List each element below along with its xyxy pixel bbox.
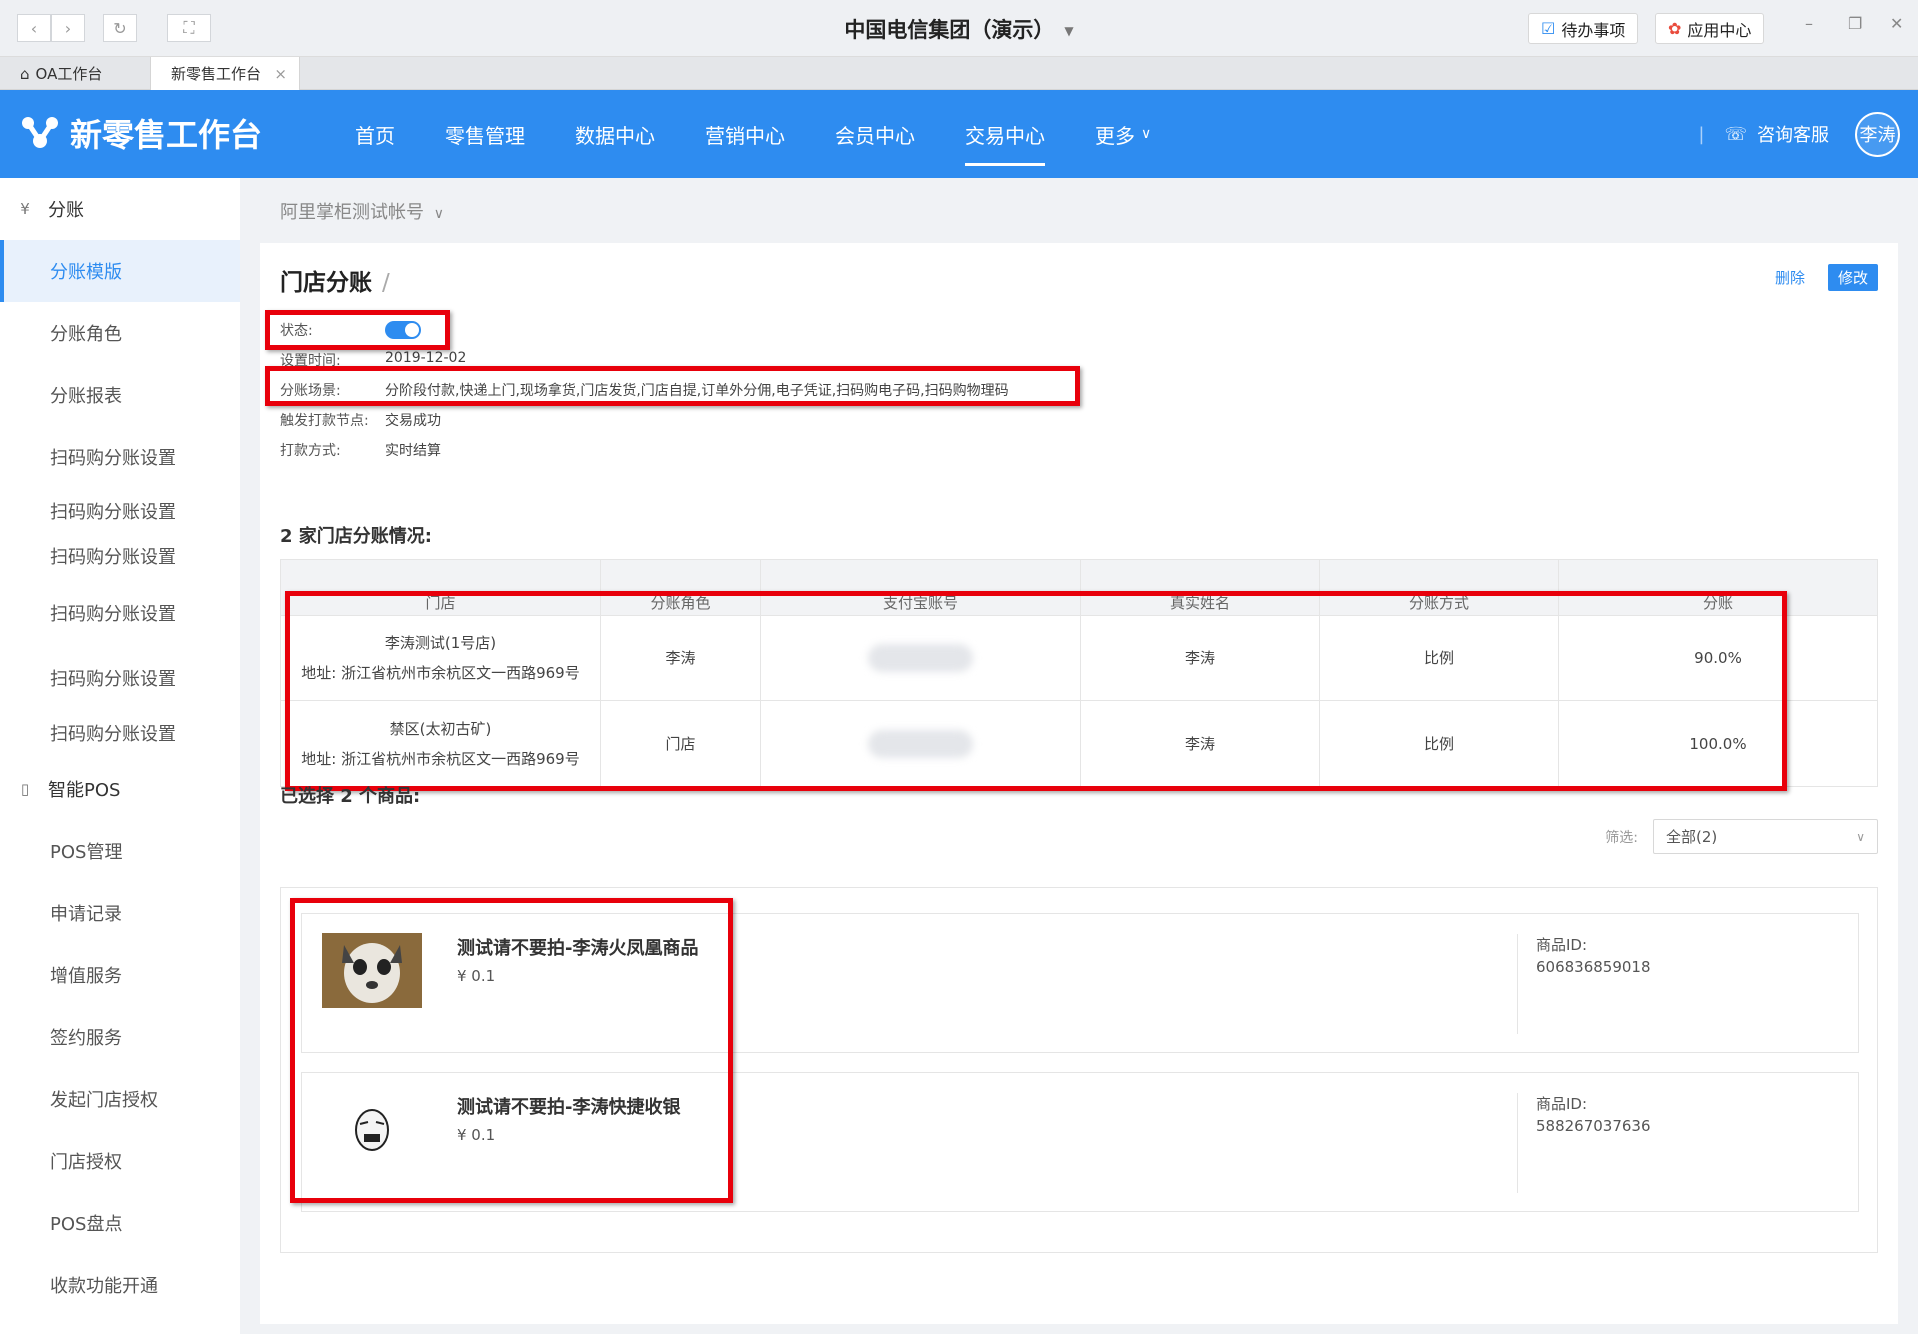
sidebar-item-apply-records[interactable]: 申请记录 (0, 882, 240, 944)
avatar[interactable]: 李涛 (1855, 111, 1900, 157)
edit-button[interactable]: 修改 (1827, 264, 1878, 291)
product-id-box: 商品ID: 588267037636 (1517, 1093, 1651, 1193)
menu-more[interactable]: 更多 ∨ (1075, 90, 1171, 178)
main-content: 阿里掌柜测试帐号 ∨ 门店分账 / 删除 修改 状态: 设置时间: 2019-12… (240, 178, 1918, 1334)
sidebar-item-split-report[interactable]: 分账报表 (0, 364, 240, 426)
pos-device-icon: ▯ (20, 780, 30, 798)
page-title: 门店分账 / (280, 270, 390, 296)
support-link[interactable]: 咨询客服 (1757, 121, 1829, 147)
window-titlebar: ‹ › ↻ ⛶ 中国电信集团（演示） ▼ ☑ 待办事项 ✿ 应用中心 – ❐ ✕ (0, 0, 1918, 57)
chevron-right-icon: › (64, 18, 72, 38)
delete-button[interactable]: 删除 (1775, 267, 1805, 288)
brand-logo[interactable]: 新零售工作台 (20, 110, 262, 156)
sidebar-item-scan-split-4[interactable]: 扫码购分账设置 (0, 578, 240, 648)
sidebar-group-pos[interactable]: ▯ 智能POS (0, 758, 240, 820)
sidebar-item-store-auth[interactable]: 门店授权 (0, 1130, 240, 1192)
caret-down-icon[interactable]: ▼ (1064, 24, 1073, 38)
tab-new-retail[interactable]: 新零售工作台 × (150, 57, 300, 90)
menu-home[interactable]: 首页 (335, 90, 415, 178)
chevron-left-icon: ‹ (30, 18, 38, 38)
trigger-row: 触发打款节点: 交易成功 (280, 413, 441, 429)
chevron-down-icon: ∨ (433, 206, 444, 222)
brand-logo-icon (22, 117, 58, 148)
highlight-table (285, 591, 1787, 791)
menu-member[interactable]: 会员中心 (815, 90, 935, 178)
app-header: 新零售工作台 首页 零售管理 数据中心 营销中心 会员中心 交易中心 更多 ∨ … (0, 90, 1918, 178)
menu-marketing[interactable]: 营销中心 (685, 90, 805, 178)
pay-method-row: 打款方式: 实时结算 (280, 443, 441, 459)
minimize-icon[interactable]: – (1805, 14, 1813, 33)
app-center-icon: ✿ (1668, 19, 1682, 38)
restore-icon[interactable]: ❐ (1848, 14, 1862, 33)
sidebar-item-value-added[interactable]: 增值服务 (0, 944, 240, 1006)
header-right: | ☏ 咨询客服 李涛 (1698, 90, 1900, 178)
home-icon: ⌂ (20, 64, 30, 83)
sidebar-item-scan-split-1[interactable]: 扫码购分账设置 (0, 426, 240, 488)
sidebar-item-scan-split-3[interactable]: 扫码购分账设置 (0, 533, 240, 578)
menu-trade[interactable]: 交易中心 (945, 90, 1065, 178)
sidebar-item-payment-open[interactable]: 收款功能开通 (0, 1254, 240, 1316)
sidebar: ¥ 分账 分账模版 分账角色 分账报表 扫码购分账设置 扫码购分账设置 扫码购分… (0, 178, 240, 1334)
close-window-icon[interactable]: ✕ (1890, 14, 1903, 33)
sidebar-item-scan-split-6[interactable]: 扫码购分账设置 (0, 708, 240, 758)
main-menu: 首页 零售管理 数据中心 营销中心 会员中心 交易中心 更多 ∨ (335, 90, 1181, 178)
fullscreen-button[interactable]: ⛶ (167, 14, 211, 42)
sidebar-item-scan-split-5[interactable]: 扫码购分账设置 (0, 648, 240, 708)
support-icon: ☏ (1724, 123, 1747, 145)
sidebar-item-split-role[interactable]: 分账角色 (0, 302, 240, 364)
menu-data[interactable]: 数据中心 (555, 90, 675, 178)
tab-bar: ⌂ OA工作台 新零售工作台 × (0, 57, 1918, 90)
menu-retail[interactable]: 零售管理 (425, 90, 545, 178)
app-center-button[interactable]: ✿ 应用中心 (1655, 13, 1765, 44)
divider: | (1698, 123, 1705, 145)
highlight-status (265, 310, 450, 350)
yen-icon: ¥ (20, 200, 30, 218)
todo-icon: ☑ (1541, 19, 1556, 38)
forward-button[interactable]: › (51, 14, 85, 42)
fullscreen-icon: ⛶ (183, 18, 195, 37)
sidebar-item-start-auth[interactable]: 发起门店授权 (0, 1068, 240, 1130)
filter-select[interactable]: 全部(2) ∨ (1653, 819, 1878, 854)
product-id-box: 商品ID: 606836859018 (1517, 934, 1651, 1034)
chevron-down-icon: ∨ (1141, 126, 1152, 142)
close-tab-icon[interactable]: × (274, 65, 287, 83)
product-filter: 筛选: 全部(2) ∨ (1605, 819, 1878, 854)
tab-oa[interactable]: ⌂ OA工作台 (0, 57, 150, 90)
chevron-down-icon: ∨ (1856, 829, 1865, 844)
sidebar-item-contract[interactable]: 签约服务 (0, 1006, 240, 1068)
refresh-icon: ↻ (113, 18, 127, 38)
sidebar-item-split-template[interactable]: 分账模版 (0, 240, 240, 302)
products-section-title: 已选择 2 个商品: (280, 786, 421, 807)
detail-card: 门店分账 / 删除 修改 状态: 设置时间: 2019-12-02 分账场景: 分… (260, 243, 1898, 1324)
stores-section-title: 2 家门店分账情况: (280, 526, 432, 547)
sidebar-group-split[interactable]: ¥ 分账 (0, 178, 240, 240)
todo-button[interactable]: ☑ 待办事项 (1528, 13, 1639, 44)
sidebar-item-scan-split-2[interactable]: 扫码购分账设置 (0, 488, 240, 533)
back-button[interactable]: ‹ (17, 14, 51, 42)
sidebar-item-pos-inventory[interactable]: POS盘点 (0, 1192, 240, 1254)
highlight-products (290, 898, 733, 1203)
highlight-scene (265, 366, 1080, 406)
refresh-button[interactable]: ↻ (103, 14, 137, 42)
account-selector[interactable]: 阿里掌柜测试帐号 ∨ (280, 198, 444, 224)
sidebar-item-pos-manage[interactable]: POS管理 (0, 820, 240, 882)
